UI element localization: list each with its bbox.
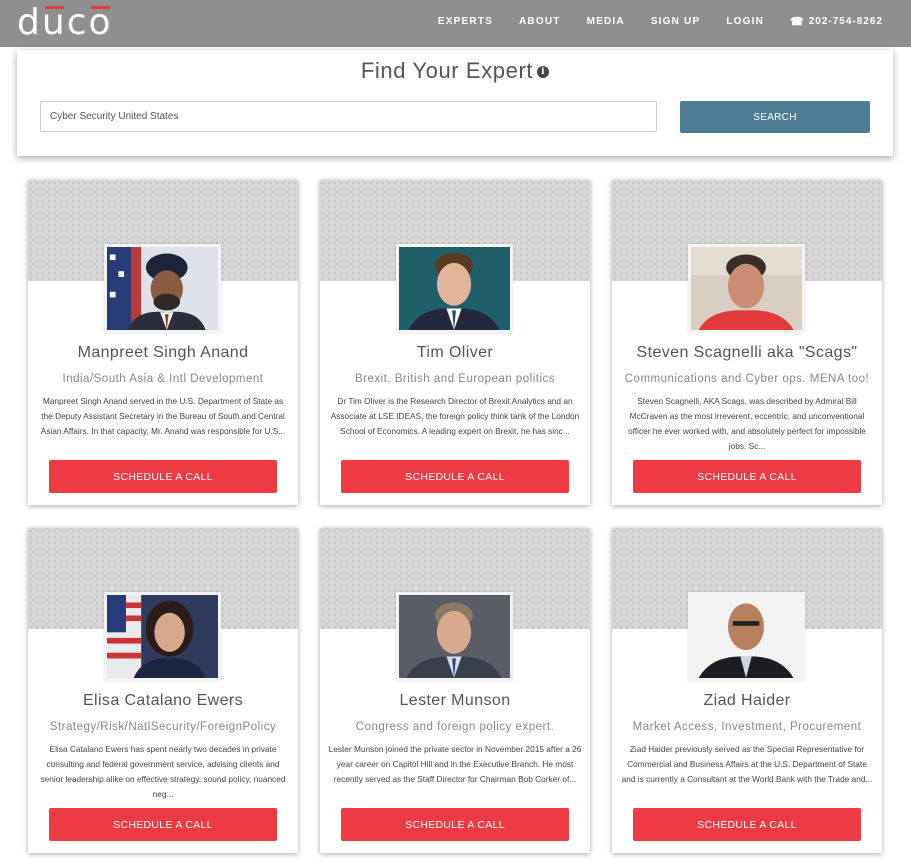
- schedule-call-button[interactable]: SCHEDULE A CALL: [341, 460, 569, 493]
- expert-card: Steven Scagnelli aka "Scags" Communicati…: [612, 180, 882, 505]
- expert-photo[interactable]: [396, 244, 513, 333]
- expert-photo[interactable]: [396, 592, 513, 681]
- phone-number: 202-754-8262: [808, 16, 883, 27]
- expert-photo[interactable]: [688, 244, 805, 333]
- expert-photo[interactable]: [104, 244, 221, 333]
- nav-media[interactable]: MEDIA: [587, 16, 625, 27]
- top-navbar: duco EXPERTS ABOUT MEDIA SIGN UP LOGIN ☎…: [0, 0, 911, 47]
- expert-card: Elisa Catalano Ewers Strategy/Risk/NatlS…: [28, 528, 298, 853]
- search-title-text: Find Your Expert: [360, 58, 534, 83]
- search-title: Find Your Expert i: [17, 58, 893, 84]
- expert-photo[interactable]: [104, 592, 221, 681]
- expert-tagline: Communications and Cyber ops. MENA too!: [624, 373, 870, 385]
- expert-bio: Dr Tim Oliver is the Research Director o…: [330, 396, 580, 436]
- nav-experts[interactable]: EXPERTS: [438, 16, 493, 27]
- expert-photo[interactable]: [688, 592, 805, 681]
- expert-bio: Steven Scagnelli, AKA Scags, was describ…: [628, 396, 866, 451]
- search-panel: Find Your Experti SEARCH: [17, 50, 893, 156]
- expert-tagline: Brexit, British and European politics: [354, 373, 556, 385]
- search-input[interactable]: [40, 101, 657, 132]
- expert-tagline: Congress and foreign policy expert.: [355, 721, 555, 733]
- nav-sign-up[interactable]: SIGN UP: [651, 16, 701, 27]
- logo-text: duco: [17, 2, 113, 43]
- search-button[interactable]: SEARCH: [680, 101, 870, 133]
- schedule-call-button[interactable]: SCHEDULE A CALL: [633, 808, 861, 841]
- nav-links: EXPERTS ABOUT MEDIA SIGN UP LOGIN ☎ 202-…: [438, 0, 883, 43]
- expert-name[interactable]: Steven Scagnelli aka "Scags": [612, 344, 882, 362]
- expert-name[interactable]: Elisa Catalano Ewers: [28, 692, 298, 710]
- phone-icon: ☎: [790, 16, 805, 28]
- schedule-call-button[interactable]: SCHEDULE A CALL: [49, 808, 277, 841]
- expert-bio: Manpreet Singh Anand served in the U.S. …: [40, 396, 286, 436]
- expert-bio: Lester Munson joined the private sector …: [328, 744, 582, 784]
- expert-name[interactable]: Manpreet Singh Anand: [28, 344, 298, 362]
- nav-login[interactable]: LOGIN: [726, 16, 764, 27]
- duco-logo[interactable]: duco: [17, 0, 113, 45]
- expert-card: Lester Munson Congress and foreign polic…: [320, 528, 590, 853]
- expert-tagline: Market Access, Investment, Procurement: [632, 721, 862, 733]
- schedule-call-button[interactable]: SCHEDULE A CALL: [633, 460, 861, 493]
- expert-tagline: Strategy/Risk/NatlSecurity/ForeignPolicy: [49, 721, 277, 733]
- nav-about[interactable]: ABOUT: [519, 16, 561, 27]
- expert-name[interactable]: Ziad Haider: [612, 692, 882, 710]
- expert-tagline: India/South Asia & Intl Development: [62, 373, 264, 385]
- expert-card: Tim Oliver Brexit, British and European …: [320, 180, 590, 505]
- expert-bio: Elisa Catalano Ewers has spent nearly tw…: [40, 744, 286, 799]
- expert-name[interactable]: Tim Oliver: [320, 344, 590, 362]
- schedule-call-button[interactable]: SCHEDULE A CALL: [49, 460, 277, 493]
- schedule-call-button[interactable]: SCHEDULE A CALL: [341, 808, 569, 841]
- expert-name[interactable]: Lester Munson: [320, 692, 590, 710]
- expert-bio: Ziad Haider previously served as the Spe…: [621, 744, 873, 784]
- info-icon[interactable]: i: [537, 66, 550, 79]
- expert-card: Ziad Haider Market Access, Investment, P…: [612, 528, 882, 853]
- expert-card: Manpreet Singh Anand India/South Asia & …: [28, 180, 298, 505]
- phone-link[interactable]: ☎ 202-754-8262: [790, 15, 883, 28]
